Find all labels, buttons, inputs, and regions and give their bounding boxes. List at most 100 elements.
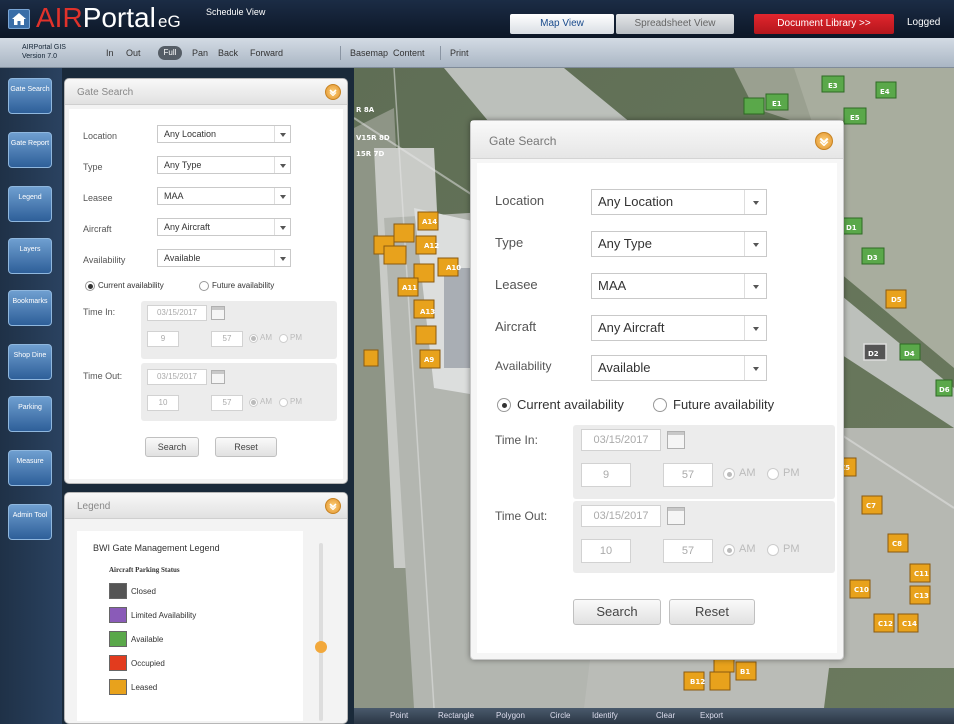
search-button[interactable]: Search <box>573 599 661 625</box>
nav-shop-dine[interactable]: Shop Dine <box>8 344 52 380</box>
nav-parking[interactable]: Parking <box>8 396 52 432</box>
time-out-pm-radio[interactable] <box>767 544 779 556</box>
zoom-out-button[interactable]: Out <box>126 48 141 58</box>
svg-text:C14: C14 <box>902 620 917 628</box>
nav-legend[interactable]: Legend <box>8 186 52 222</box>
time-in-am-label: AM <box>260 333 272 342</box>
home-icon[interactable] <box>8 9 30 29</box>
current-availability-radio[interactable] <box>497 398 511 412</box>
reset-button[interactable]: Reset <box>669 599 755 625</box>
time-out-am-label: AM <box>260 397 272 406</box>
export-tool[interactable]: Export <box>700 711 723 720</box>
time-in-pm-radio[interactable] <box>767 468 779 480</box>
rectangle-tool[interactable]: Rectangle <box>438 711 474 720</box>
availability-select[interactable]: Available <box>591 355 767 381</box>
pan-button[interactable]: Pan <box>192 48 208 58</box>
legend-label: Available <box>131 635 164 644</box>
collapse-icon[interactable] <box>325 498 341 514</box>
aircraft-label: Aircraft <box>83 224 112 234</box>
app-name: AIRPortal GIS <box>22 44 66 51</box>
calendar-icon[interactable] <box>211 370 225 384</box>
leasee-select[interactable]: MAA <box>157 187 291 205</box>
leasee-value: MAA <box>598 278 627 293</box>
time-in-hour-input[interactable]: 9 <box>581 463 631 487</box>
location-select[interactable]: Any Location <box>591 189 767 215</box>
clear-tool[interactable]: Clear <box>656 711 675 720</box>
current-availability-label: Current availability <box>98 281 164 290</box>
tab-spreadsheet-view[interactable]: Spreadsheet View <box>616 14 734 34</box>
chevron-down-icon <box>274 219 290 235</box>
svg-text:C11: C11 <box>914 570 929 578</box>
collapse-icon[interactable] <box>815 132 833 150</box>
leasee-select[interactable]: MAA <box>591 273 767 299</box>
nav-layers[interactable]: Layers <box>8 238 52 274</box>
svg-text:E5: E5 <box>850 114 860 122</box>
panel-body: Location Any Location Type Any Type Leas… <box>69 109 343 479</box>
aircraft-select[interactable]: Any Aircraft <box>591 315 767 341</box>
future-availability-radio[interactable] <box>653 398 667 412</box>
print-button[interactable]: Print <box>450 48 469 58</box>
time-in-minute-input[interactable]: 57 <box>663 463 713 487</box>
type-select[interactable]: Any Type <box>591 231 767 257</box>
gate-search-panel: Gate Search Location Any Location Type A… <box>64 78 348 484</box>
time-in-date-input[interactable]: 03/15/2017 <box>581 429 661 451</box>
calendar-icon[interactable] <box>667 507 685 525</box>
nav-gate-report[interactable]: Gate Report <box>8 132 52 168</box>
time-out-label: Time Out: <box>495 509 548 523</box>
nav-bookmarks[interactable]: Bookmarks <box>8 290 52 326</box>
identify-tool[interactable]: Identify <box>592 711 618 720</box>
time-out-hour-input[interactable]: 10 <box>147 395 179 411</box>
leasee-value: MAA <box>164 191 184 201</box>
time-out-hour-input[interactable]: 10 <box>581 539 631 563</box>
chevron-down-icon <box>744 274 766 298</box>
circle-tool[interactable]: Circle <box>550 711 570 720</box>
point-tool[interactable]: Point <box>390 711 408 720</box>
availability-select[interactable]: Available <box>157 249 291 267</box>
aircraft-select[interactable]: Any Aircraft <box>157 218 291 236</box>
content-button[interactable]: Content <box>393 48 425 58</box>
document-library-button[interactable]: Document Library >> <box>754 14 894 34</box>
time-in-date-input[interactable]: 03/15/2017 <box>147 305 207 321</box>
back-button[interactable]: Back <box>218 48 238 58</box>
time-out-minute-input[interactable]: 57 <box>663 539 713 563</box>
type-select[interactable]: Any Type <box>157 156 291 174</box>
polygon-tool[interactable]: Polygon <box>496 711 525 720</box>
search-button[interactable]: Search <box>145 437 199 457</box>
basemap-button[interactable]: Basemap <box>350 48 388 58</box>
time-in-am-radio[interactable] <box>249 334 258 343</box>
svg-text:C8: C8 <box>892 540 902 548</box>
time-out-date-input[interactable]: 03/15/2017 <box>147 369 207 385</box>
svg-text:D2: D2 <box>868 350 879 358</box>
calendar-icon[interactable] <box>211 306 225 320</box>
time-in-hour-input[interactable]: 9 <box>147 331 179 347</box>
time-out-pm-radio[interactable] <box>279 398 288 407</box>
location-select[interactable]: Any Location <box>157 125 291 143</box>
type-value: Any Type <box>164 160 202 170</box>
map-toolbar: AIRPortal GIS Version 7.0 In Out Full Pa… <box>0 38 954 68</box>
nav-measure[interactable]: Measure <box>8 450 52 486</box>
time-in-pm-radio[interactable] <box>279 334 288 343</box>
legend-heading: BWI Gate Management Legend <box>93 543 220 553</box>
time-out-minute-input[interactable]: 57 <box>211 395 243 411</box>
time-out-am-radio[interactable] <box>249 398 258 407</box>
current-availability-radio[interactable] <box>85 281 95 291</box>
zoom-in-button[interactable]: In <box>106 48 114 58</box>
forward-button[interactable]: Forward <box>250 48 283 58</box>
nav-admin-tool[interactable]: Admin Tool <box>8 504 52 540</box>
time-in-minute-input[interactable]: 57 <box>211 331 243 347</box>
full-extent-button[interactable]: Full <box>158 46 182 60</box>
tab-map-view[interactable]: Map View <box>510 14 614 34</box>
schedule-view-link[interactable]: Schedule View <box>206 7 265 17</box>
reset-button[interactable]: Reset <box>215 437 277 457</box>
calendar-icon[interactable] <box>667 431 685 449</box>
time-out-date-input[interactable]: 03/15/2017 <box>581 505 661 527</box>
legend-scrollbar[interactable] <box>319 543 323 721</box>
future-availability-radio[interactable] <box>199 281 209 291</box>
svg-text:E3: E3 <box>828 82 838 90</box>
collapse-icon[interactable] <box>325 84 341 100</box>
nav-gate-search[interactable]: Gate Search <box>8 78 52 114</box>
time-in-am-radio[interactable] <box>723 468 735 480</box>
scrollbar-thumb[interactable] <box>315 641 327 653</box>
time-out-am-radio[interactable] <box>723 544 735 556</box>
legend-subheading: Aircraft Parking Status <box>109 566 180 574</box>
